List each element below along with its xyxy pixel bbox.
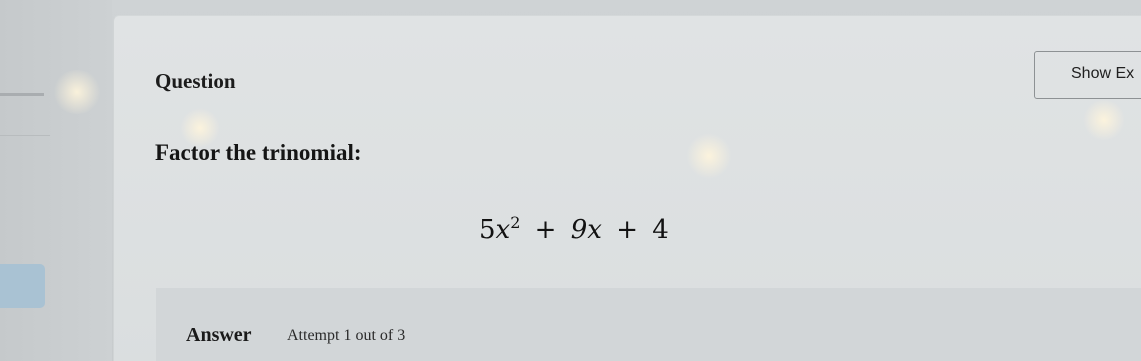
term-b: 9x bbox=[570, 215, 602, 245]
question-prompt: Factor the trinomial: bbox=[155, 140, 362, 165]
plus-operator-2: + bbox=[616, 215, 639, 245]
sidebar-divider bbox=[0, 93, 44, 96]
show-example-button[interactable]: Show Ex bbox=[1034, 51, 1141, 99]
variable-x: x bbox=[495, 215, 511, 245]
plus-operator: + bbox=[534, 215, 557, 245]
trinomial-expression: 5x2 + 9x + 4 bbox=[479, 213, 669, 246]
answer-section: Answer Attempt 1 out of 3 bbox=[156, 288, 1141, 361]
answer-label: Answer bbox=[186, 324, 252, 346]
question-panel: Question Show Ex Factor the trinomial: 5… bbox=[113, 15, 1141, 361]
sidebar-tab[interactable] bbox=[0, 264, 45, 308]
coefficient-a: 5 bbox=[479, 215, 496, 245]
question-title: Question bbox=[155, 69, 236, 93]
exponent: 2 bbox=[510, 213, 521, 232]
left-sidebar bbox=[0, 0, 112, 361]
sidebar-divider-thin bbox=[0, 135, 50, 136]
constant-term: 4 bbox=[652, 215, 669, 245]
screen: Question Show Ex Factor the trinomial: 5… bbox=[0, 0, 1141, 361]
attempt-counter: Attempt 1 out of 3 bbox=[287, 327, 406, 344]
